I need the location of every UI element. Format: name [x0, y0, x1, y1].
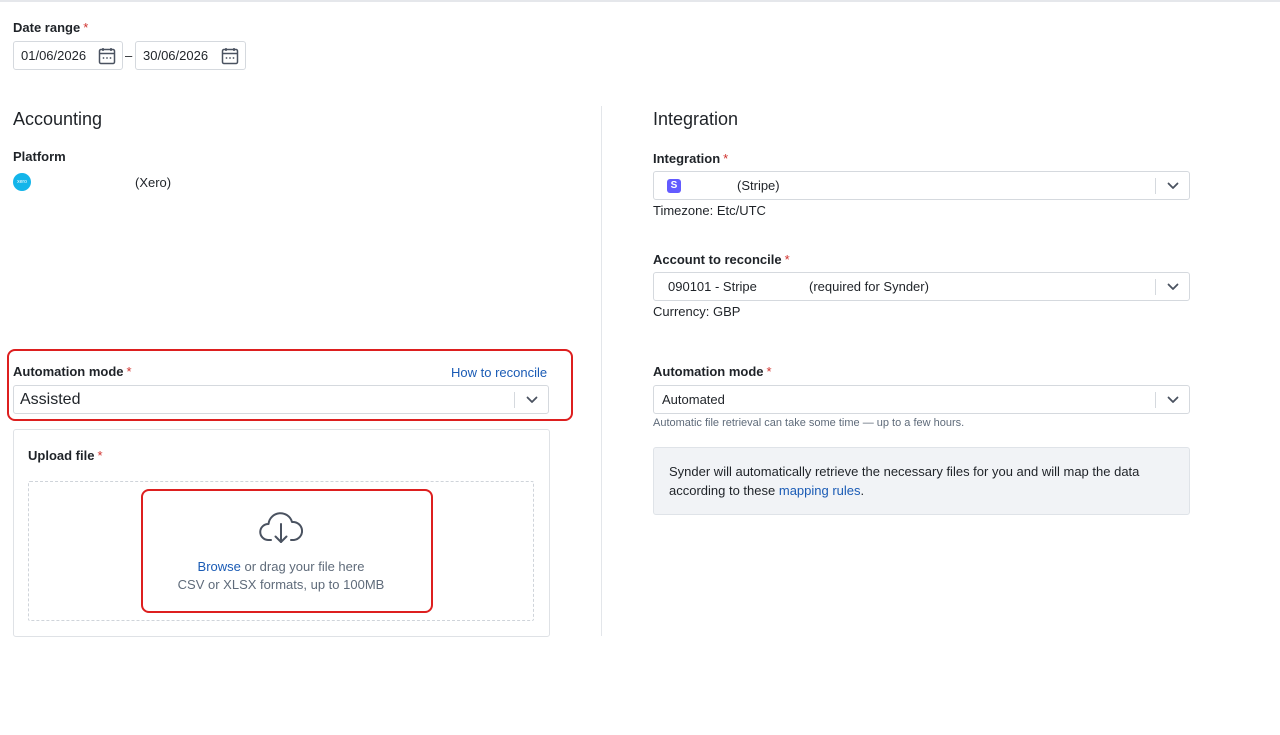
highlight-upload-area	[141, 489, 433, 613]
integration-automation-label-text: Automation mode	[653, 364, 764, 379]
upload-file-label-text: Upload file	[28, 448, 95, 463]
end-date-value: 30/06/2026	[143, 48, 209, 63]
upload-formats: CSV or XLSX formats, up to 100MB	[177, 577, 385, 592]
account-label: Account to reconcile *	[653, 252, 790, 267]
account-select[interactable]: 090101 - Stripe (required for Synder)	[653, 272, 1190, 301]
end-date-input[interactable]: 30/06/2026	[135, 41, 246, 70]
cloud-upload-icon	[259, 512, 303, 551]
account-value-code: 090101 - Stripe	[668, 279, 757, 294]
required-mark: *	[97, 448, 103, 463]
required-mark: *	[83, 20, 89, 35]
timezone-text: Timezone: Etc/UTC	[653, 203, 766, 218]
start-date-value: 01/06/2026	[21, 48, 87, 63]
stripe-logo-icon: S	[667, 178, 681, 193]
automation-hint: Automatic file retrieval can take some t…	[653, 417, 965, 429]
platform-label: Platform	[13, 149, 66, 164]
date-range-label-text: Date range	[13, 20, 81, 35]
integration-automation-label: Automation mode *	[653, 364, 772, 379]
xero-logo-icon: xero	[13, 173, 31, 191]
integration-value: (Stripe)	[737, 178, 780, 193]
integration-label: Integration *	[653, 151, 728, 166]
platform-value: (Xero)	[135, 175, 172, 190]
xero-logo-text: xero	[17, 179, 27, 185]
start-date-input[interactable]: 01/06/2026	[13, 41, 123, 70]
integration-label-text: Integration	[653, 151, 721, 166]
calendar-icon[interactable]	[221, 47, 239, 65]
required-mark: *	[784, 252, 790, 267]
chevron-down-icon[interactable]	[1156, 386, 1189, 413]
chevron-down-icon[interactable]	[1156, 172, 1189, 199]
currency-text: Currency: GBP	[653, 304, 741, 319]
required-mark: *	[766, 364, 772, 379]
info-text: Synder will automatically retrieve the n…	[669, 464, 1140, 498]
info-tail: .	[860, 483, 865, 498]
account-value-note: (required for Synder)	[809, 279, 929, 294]
calendar-icon[interactable]	[98, 47, 116, 65]
how-to-reconcile-link[interactable]: How to reconcile	[451, 365, 547, 380]
mapping-rules-link[interactable]: mapping rules	[779, 483, 861, 498]
drag-text: or drag your file here	[240, 559, 365, 574]
stripe-logo-text: S	[670, 180, 678, 191]
column-divider	[601, 106, 602, 636]
integration-automation-select[interactable]: Automated	[653, 385, 1190, 414]
account-label-text: Account to reconcile	[653, 252, 782, 267]
required-mark: *	[126, 364, 132, 379]
accounting-automation-select[interactable]: Assisted	[13, 385, 549, 414]
chevron-down-icon[interactable]	[515, 386, 548, 413]
accounting-title: Accounting	[13, 109, 103, 129]
upload-instruction: Browse or drag your file here	[141, 559, 421, 574]
accounting-automation-label: Automation mode *	[13, 364, 132, 379]
chevron-down-icon[interactable]	[1156, 273, 1189, 300]
top-divider	[0, 0, 1280, 2]
browse-link[interactable]: Browse	[198, 559, 241, 574]
required-mark: *	[723, 151, 729, 166]
upload-file-label: Upload file *	[28, 448, 103, 463]
date-range-label: Date range *	[13, 20, 88, 35]
integration-automation-value: Automated	[662, 392, 725, 407]
accounting-automation-value: Assisted	[20, 390, 81, 408]
info-box: Synder will automatically retrieve the n…	[653, 447, 1190, 515]
integration-select[interactable]: S (Stripe)	[653, 171, 1190, 200]
integration-title: Integration	[653, 109, 739, 129]
date-separator: –	[125, 48, 133, 63]
accounting-automation-label-text: Automation mode	[13, 364, 124, 379]
